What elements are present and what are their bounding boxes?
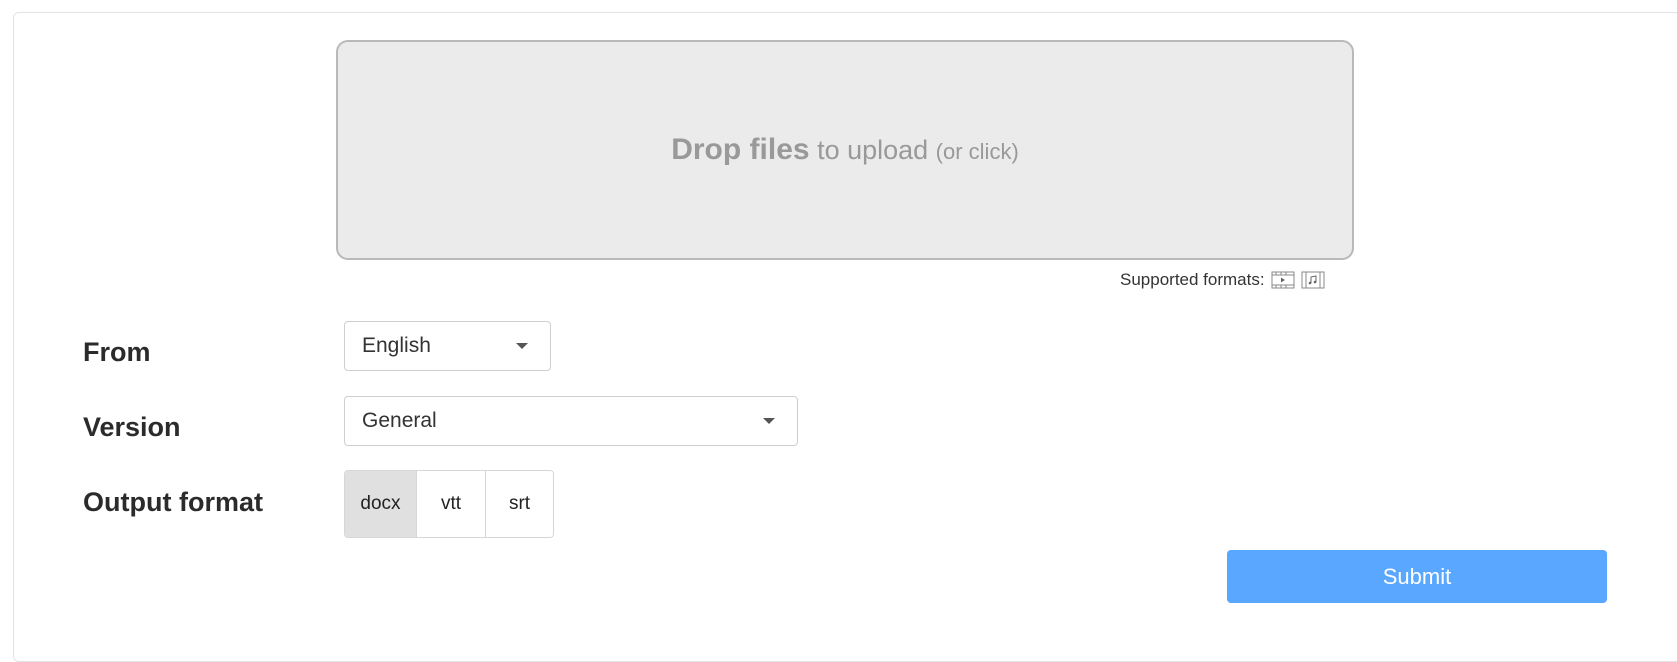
- from-label: From: [83, 337, 151, 367]
- chevron-down-icon: [763, 418, 775, 424]
- output-format-toggle: docx vtt srt: [344, 470, 554, 538]
- output-format-srt[interactable]: srt: [485, 471, 553, 537]
- output-format-vtt[interactable]: vtt: [416, 471, 485, 537]
- dropzone-hint-text: (or click): [935, 139, 1019, 164]
- supported-formats-label: Supported formats:: [1120, 270, 1265, 289]
- supported-formats: Supported formats:: [1120, 268, 1325, 292]
- file-dropzone[interactable]: Drop files to upload (or click): [336, 40, 1354, 260]
- output-format-label: Output format: [83, 487, 263, 517]
- dropzone-normal-text: to upload: [809, 135, 936, 165]
- submit-button[interactable]: Submit: [1227, 550, 1607, 603]
- video-file-icon: [1271, 271, 1295, 289]
- output-format-docx[interactable]: docx: [345, 471, 416, 537]
- chevron-down-icon: [516, 343, 528, 349]
- version-value: General: [362, 409, 437, 432]
- from-language-select[interactable]: English: [344, 321, 551, 371]
- version-label: Version: [83, 412, 181, 442]
- version-select[interactable]: General: [344, 396, 798, 446]
- audio-file-icon: [1301, 271, 1325, 289]
- dropzone-text: Drop files to upload (or click): [671, 133, 1019, 167]
- dropzone-strong-text: Drop files: [671, 133, 810, 166]
- from-language-value: English: [362, 334, 431, 357]
